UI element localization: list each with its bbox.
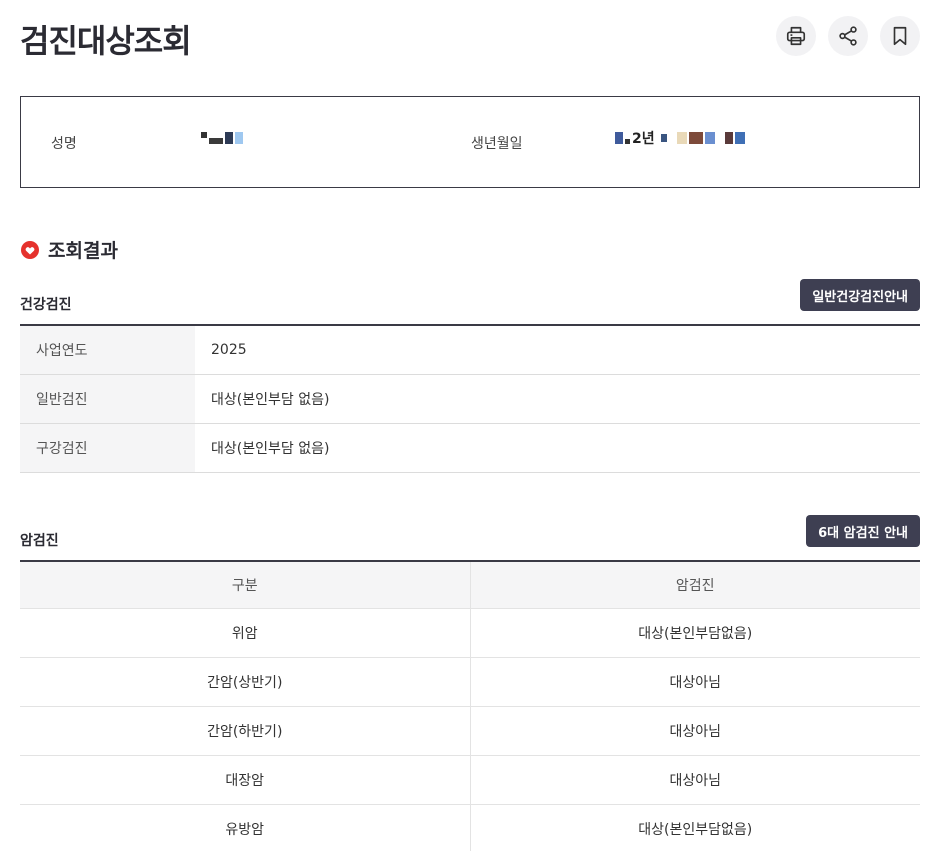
name-value-masked	[201, 130, 243, 146]
heart-icon	[21, 240, 39, 259]
row-label: 사업연도	[20, 326, 195, 374]
row-value: 2025	[211, 342, 247, 358]
cancer-status: 대상(본인부담없음)	[638, 822, 753, 838]
table-row: 일반검진 대상(본인부담 없음)	[20, 375, 920, 424]
cancer-checkup-title: 암검진	[20, 533, 59, 549]
table-row: 간암(상반기) 대상아님	[20, 658, 920, 707]
page-actions	[776, 16, 920, 56]
row-value: 대상(본인부담 없음)	[211, 441, 330, 457]
table-row: 위암 대상(본인부담없음)	[20, 609, 920, 658]
row-label: 일반검진	[20, 375, 195, 423]
cancer-checkup-table: 구분 암검진 위암 대상(본인부담없음) 간암(상반기) 대상아님 간암(하반기…	[20, 560, 920, 851]
share-icon	[839, 26, 857, 46]
name-label: 성명	[51, 136, 77, 152]
page-title: 검진대상조회	[20, 22, 192, 60]
row-value: 대상(본인부담 없음)	[211, 392, 330, 408]
table-row: 구강검진 대상(본인부담 없음)	[20, 424, 920, 473]
print-icon	[786, 26, 806, 46]
health-checkup-title: 건강검진	[20, 297, 72, 313]
bookmark-icon	[893, 26, 907, 46]
cancer-type: 위암	[20, 609, 471, 657]
cancer-type: 간암(하반기)	[20, 707, 471, 755]
person-info-box: 성명 생년월일 2년	[20, 96, 920, 188]
column-header: 암검진	[675, 578, 715, 594]
result-title: 조회결과	[48, 240, 118, 262]
birth-value-masked: 2년	[615, 130, 745, 147]
row-label: 구강검진	[20, 424, 195, 472]
table-row: 사업연도 2025	[20, 326, 920, 375]
share-button[interactable]	[828, 16, 868, 56]
birth-label: 생년월일	[471, 136, 523, 152]
cancer-status: 대상아님	[669, 675, 722, 691]
cancer-status: 대상아님	[669, 724, 722, 740]
bookmark-button[interactable]	[880, 16, 920, 56]
print-button[interactable]	[776, 16, 816, 56]
cancer-checkup-guide-button[interactable]: 6대 암검진 안내	[806, 515, 920, 547]
cancer-type: 대장암	[20, 756, 471, 804]
table-row: 간암(하반기) 대상아님	[20, 707, 920, 756]
table-row: 대장암 대상아님	[20, 756, 920, 805]
general-checkup-guide-button[interactable]: 일반건강검진안내	[800, 279, 920, 311]
result-section-header: 조회결과	[20, 236, 118, 263]
health-checkup-table: 사업연도 2025 일반검진 대상(본인부담 없음) 구강검진 대상(본인부담 …	[20, 324, 920, 473]
table-header-row: 구분 암검진	[20, 562, 920, 609]
cancer-status: 대상(본인부담없음)	[638, 626, 753, 642]
table-row: 유방암 대상(본인부담없음)	[20, 805, 920, 851]
cancer-type: 간암(상반기)	[20, 658, 471, 706]
column-header: 구분	[20, 562, 471, 608]
birth-partial-text: 2년	[632, 131, 655, 147]
cancer-type: 유방암	[20, 805, 471, 851]
cancer-status: 대상아님	[669, 773, 722, 789]
